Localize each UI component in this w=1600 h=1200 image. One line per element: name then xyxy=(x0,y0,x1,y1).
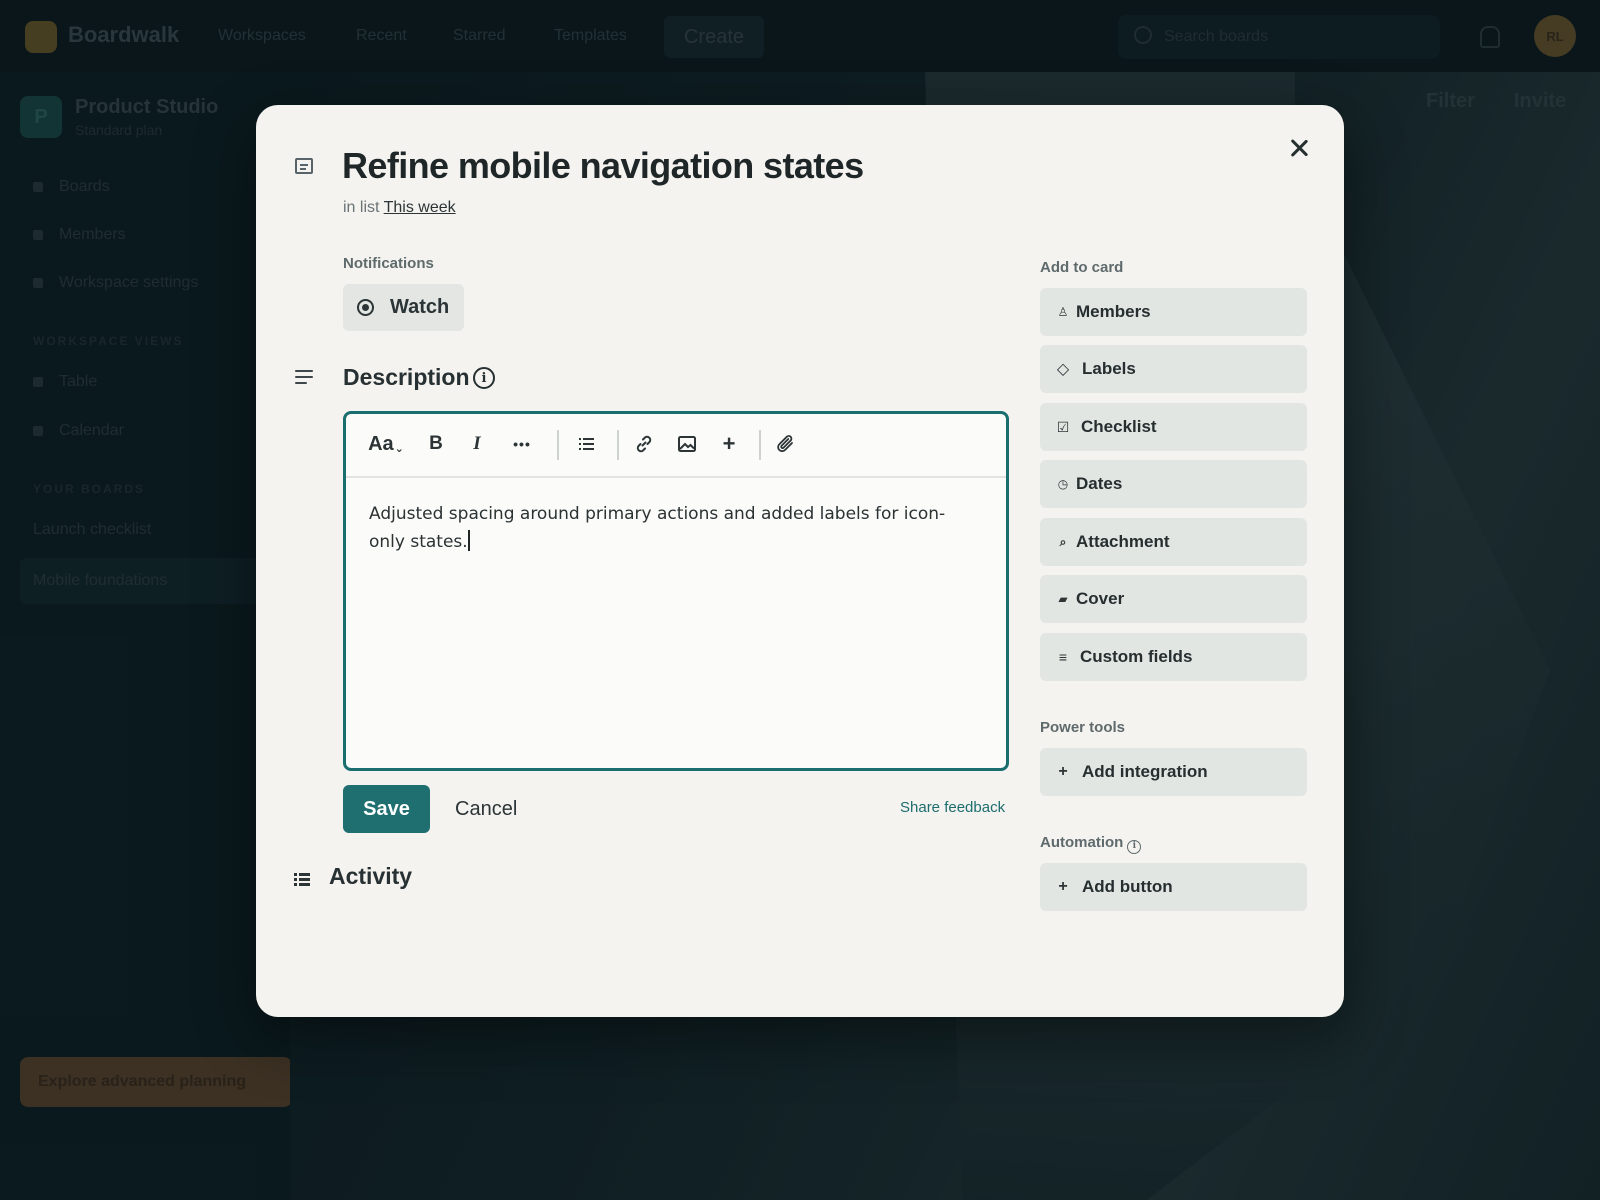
attachment-side-button[interactable]: ⌕ Attachment xyxy=(1040,518,1307,566)
bold-button[interactable]: B xyxy=(424,430,448,458)
cover-icon: ▰ xyxy=(1058,592,1068,606)
activity-icon-bar xyxy=(299,883,310,886)
notifications-label: Notifications xyxy=(343,255,434,272)
text-style-label: Aa xyxy=(368,432,394,455)
watch-label: Watch xyxy=(390,296,450,318)
italic-button[interactable]: I xyxy=(465,430,489,458)
fields-icon: ≡ xyxy=(1058,649,1068,665)
list-icon xyxy=(579,438,594,450)
cover-label: Cover xyxy=(1076,589,1125,608)
labels-button[interactable]: ◇ Labels xyxy=(1040,345,1307,393)
description-icon-line xyxy=(295,370,313,372)
link-button[interactable] xyxy=(631,430,657,458)
close-icon[interactable] xyxy=(1286,135,1312,161)
paperclip-icon xyxy=(777,435,793,453)
cover-button[interactable]: ▰ Cover xyxy=(1040,575,1307,623)
editor-toolbar: Aa ⌄ B I ••• + xyxy=(346,414,1006,478)
text-style-button[interactable]: Aa ⌄ xyxy=(366,430,406,458)
activity-icon-bar xyxy=(294,873,297,876)
cancel-button[interactable]: Cancel xyxy=(455,785,517,833)
toolbar-divider xyxy=(759,430,761,460)
chevron-down-icon: ⌄ xyxy=(394,442,404,455)
custom-fields-button[interactable]: ≡ Custom fields xyxy=(1040,633,1307,681)
checklist-button[interactable]: ☑ Checklist xyxy=(1040,403,1307,451)
save-button[interactable]: Save xyxy=(343,785,430,833)
power-tools-label: Power tools xyxy=(1040,719,1126,736)
link-icon xyxy=(636,435,652,453)
clock-icon: ◷ xyxy=(1057,477,1069,491)
checklist-label: Checklist xyxy=(1081,417,1157,436)
insert-plus-icon[interactable]: + xyxy=(716,430,742,458)
plus-icon: + xyxy=(1058,763,1068,780)
description-icon-line xyxy=(295,376,313,378)
description-icon xyxy=(295,370,313,386)
toolbar-divider xyxy=(557,430,559,460)
description-icon-line xyxy=(295,382,307,384)
labels-label: Labels xyxy=(1082,359,1136,378)
image-button[interactable] xyxy=(674,430,700,458)
card-icon xyxy=(295,158,313,174)
card-modal: Refine mobile navigation states in list … xyxy=(256,105,1344,1017)
bullet-list-button[interactable] xyxy=(575,430,599,458)
add-button-label: Add button xyxy=(1082,877,1173,896)
in-list-prefix: in list xyxy=(343,199,380,216)
activity-icon-bar xyxy=(299,878,310,881)
dates-label: Dates xyxy=(1076,474,1123,493)
add-to-card-label: Add to card xyxy=(1040,259,1124,276)
description-text[interactable]: Adjusted spacing around primary actions … xyxy=(369,500,979,556)
dates-button[interactable]: ◷ Dates xyxy=(1040,460,1307,508)
tag-icon: ◇ xyxy=(1056,361,1070,378)
add-button-button[interactable]: + Add button xyxy=(1040,863,1307,911)
description-content: Adjusted spacing around primary actions … xyxy=(369,504,946,552)
checkbox-icon: ☑ xyxy=(1056,418,1070,435)
info-icon[interactable]: i xyxy=(1127,840,1142,854)
eye-icon xyxy=(357,299,374,316)
attachment-label: Attachment xyxy=(1076,532,1170,551)
activity-icon xyxy=(294,873,310,887)
automation-label: Automation i xyxy=(1040,834,1142,854)
card-list-info: in list This week xyxy=(343,199,456,217)
add-integration-button[interactable]: + Add integration xyxy=(1040,748,1307,796)
attachment-button[interactable] xyxy=(773,430,799,458)
image-icon xyxy=(678,436,696,452)
description-title: Description xyxy=(343,364,470,390)
custom-fields-label: Custom fields xyxy=(1080,647,1193,666)
members-button[interactable]: ♙ Members xyxy=(1040,288,1307,336)
watch-button[interactable]: Watch xyxy=(343,284,464,331)
list-link[interactable]: This week xyxy=(384,199,456,216)
text-caret xyxy=(467,530,470,551)
paperclip-icon: ⌕ xyxy=(1059,534,1067,549)
activity-title: Activity xyxy=(329,863,413,889)
activity-icon-bar xyxy=(294,878,297,881)
add-integration-label: Add integration xyxy=(1082,762,1208,781)
members-label: Members xyxy=(1076,302,1151,321)
automation-label-text: Automation xyxy=(1040,834,1124,851)
activity-icon-bar xyxy=(294,883,297,886)
activity-icon-bar xyxy=(299,873,310,876)
card-title[interactable]: Refine mobile navigation states xyxy=(342,145,864,187)
description-editor[interactable]: Aa ⌄ B I ••• + Adjusted spacing around pr… xyxy=(343,411,1009,771)
person-icon: ♙ xyxy=(1057,305,1069,319)
share-feedback-link[interactable]: Share feedback xyxy=(900,799,1005,816)
more-formatting-button[interactable]: ••• xyxy=(505,430,539,458)
toolbar-divider xyxy=(617,430,619,460)
info-icon[interactable]: i xyxy=(473,367,495,389)
plus-icon: + xyxy=(1058,878,1068,895)
